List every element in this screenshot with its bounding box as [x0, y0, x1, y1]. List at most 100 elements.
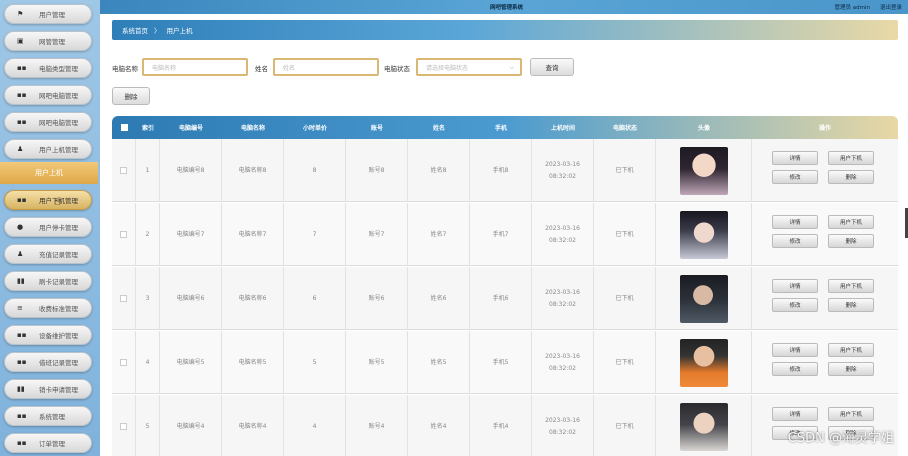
sidebar-item-admin-management[interactable]: ▣ 网管管理	[4, 31, 92, 51]
cell-computer-name: 电脑名称6	[222, 267, 284, 330]
user-logout-button[interactable]: 用户下机	[828, 279, 874, 293]
delete-button[interactable]: 删除	[828, 362, 874, 376]
sidebar-item-order-management[interactable]: ▪▪ 订单管理	[4, 433, 92, 453]
sidebar-item-device-maintenance[interactable]: ▪▪ 设备维护管理	[4, 325, 92, 345]
header-login-time: 上机时间	[550, 125, 575, 132]
detail-button[interactable]: 详情	[772, 343, 818, 357]
cell-name: 姓名4	[408, 395, 470, 456]
name-input[interactable]: 姓名	[273, 58, 379, 76]
status-select[interactable]: 请选择电脑状态 ⌵	[416, 58, 522, 76]
cell-account: 账号7	[346, 203, 408, 266]
cell-computer-code: 电脑编号7	[160, 203, 222, 266]
detail-button[interactable]: 详情	[772, 279, 818, 293]
sidebar-item-user-logout[interactable]: ▪▪ 用户下机管理	[4, 190, 92, 210]
delete-button[interactable]: 删除	[828, 170, 874, 184]
detail-button[interactable]: 详情	[772, 407, 818, 421]
sidebar-item-user-login[interactable]: ♟ 用户上机管理	[4, 139, 92, 159]
sidebar-item-card-cancel[interactable]: ▮▮ 销卡申请管理	[4, 379, 92, 399]
cell-avatar	[656, 139, 752, 202]
breadcrumb-current: 用户上机	[166, 27, 193, 35]
sidebar-item-label: 用户管理	[39, 11, 65, 19]
row-checkbox[interactable]	[120, 359, 127, 366]
query-button[interactable]: 查询	[530, 58, 574, 76]
cell-phone: 手机7	[470, 203, 532, 266]
status-label: 电脑状态	[384, 65, 410, 73]
row-checkbox-cell	[112, 331, 136, 394]
sidebar-item-label: 网吧电脑管理	[39, 92, 78, 100]
sidebar-item-label: 用户上机管理	[39, 146, 78, 154]
row-checkbox[interactable]	[120, 295, 127, 302]
cell-computer-code: 电脑编号5	[160, 331, 222, 394]
sidebar-item-computer-management-2[interactable]: ▪▪ 网吧电脑管理	[4, 112, 92, 132]
grid-icon: ▪▪	[17, 331, 27, 339]
header-computer-name: 电脑名称	[240, 125, 265, 132]
clipboard-icon: ▣	[17, 37, 24, 45]
cell-index: 3	[136, 267, 160, 330]
cell-phone: 手机5	[470, 331, 532, 394]
cell-login-time: 2023-03-16 08:32:02	[532, 203, 594, 266]
sidebar-item-swipe-records[interactable]: ▮▮ 刷卡记录管理	[4, 271, 92, 291]
cell-index: 2	[136, 203, 160, 266]
cell-status: 已下机	[594, 331, 656, 394]
sidebar-item-label: 设备维护管理	[39, 332, 78, 340]
cell-computer-code: 电脑编号8	[160, 139, 222, 202]
table-row: 1 电脑编号8 电脑名称8 8 账号8 姓名8 手机8 2023-03-16 0…	[112, 139, 898, 202]
cell-account: 账号6	[346, 267, 408, 330]
user-logout-button[interactable]: 用户下机	[828, 151, 874, 165]
batch-delete-button[interactable]: 删除	[112, 87, 150, 105]
breadcrumb-home[interactable]: 系统首页	[122, 25, 148, 35]
cell-account: 账号4	[346, 395, 408, 456]
cell-computer-name: 电脑名称5	[222, 331, 284, 394]
logout-link[interactable]: 退出登录	[880, 3, 902, 11]
row-checkbox[interactable]	[120, 231, 127, 238]
cell-name: 姓名7	[408, 203, 470, 266]
sidebar-item-computer-management[interactable]: ▪▪ 网吧电脑管理	[4, 85, 92, 105]
sidebar-item-system-management[interactable]: ▪▪ 系统管理	[4, 406, 92, 426]
row-checkbox[interactable]	[120, 167, 127, 174]
grid-icon: ▪▪	[17, 196, 27, 204]
delete-button[interactable]: 删除	[828, 298, 874, 312]
user-logout-button[interactable]: 用户下机	[828, 407, 874, 421]
top-bar: 网吧管理系统 管理员 admin 退出登录	[100, 0, 908, 14]
sidebar-item-shift-records[interactable]: ▪▪ 借班记录管理	[4, 352, 92, 372]
header-hourly-price: 小时单价	[302, 125, 327, 132]
edit-button[interactable]: 修改	[772, 170, 818, 184]
header-index: 索引	[141, 125, 154, 132]
sidebar-item-user-management[interactable]: ⚑ 用户管理	[4, 4, 92, 24]
edit-button[interactable]: 修改	[772, 234, 818, 248]
detail-button[interactable]: 详情	[772, 151, 818, 165]
avatar	[679, 274, 728, 323]
sidebar-item-label: 网吧电脑管理	[39, 119, 78, 127]
cell-account: 账号8	[346, 139, 408, 202]
sidebar-item-recharge-records[interactable]: ♟ 充值记录管理	[4, 244, 92, 264]
sidebar-item-computer-type[interactable]: ▪▪ 电脑类型管理	[4, 58, 92, 78]
row-actions: 详情 用户下机 修改 删除	[772, 151, 876, 191]
row-checkbox[interactable]	[120, 423, 127, 430]
cell-status: 已下机	[594, 203, 656, 266]
user-icon: ♟	[17, 250, 24, 258]
edit-button[interactable]: 修改	[772, 362, 818, 376]
app-title: 网吧管理系统	[490, 5, 524, 11]
row-checkbox-cell	[112, 395, 136, 456]
computer-name-input[interactable]: 电脑名称	[142, 58, 248, 76]
sidebar-section-user-login[interactable]: 用户上机	[0, 162, 98, 184]
sidebar-item-label: 销卡申请管理	[39, 386, 78, 394]
chevron-down-icon: ⌵	[509, 64, 514, 71]
row-actions: 详情 用户下机 修改 删除	[772, 343, 876, 383]
edit-button[interactable]: 修改	[772, 298, 818, 312]
row-checkbox-cell	[112, 267, 136, 330]
detail-button[interactable]: 详情	[772, 215, 818, 229]
user-logout-button[interactable]: 用户下机	[828, 343, 874, 357]
cell-phone: 手机4	[470, 395, 532, 456]
sidebar-item-fee-standard[interactable]: ≡ 收费标准管理	[4, 298, 92, 318]
sidebar-item-card-stop[interactable]: ● 用户停卡管理	[4, 217, 92, 237]
header-name: 姓名	[432, 125, 445, 132]
sidebar-item-label: 系统管理	[39, 413, 65, 421]
user-logout-button[interactable]: 用户下机	[828, 215, 874, 229]
table-body: 1 电脑编号8 电脑名称8 8 账号8 姓名8 手机8 2023-03-16 0…	[112, 139, 898, 456]
select-all-checkbox[interactable]	[120, 124, 128, 131]
cell-index: 4	[136, 331, 160, 394]
delete-button[interactable]: 删除	[828, 234, 874, 248]
sliders-icon: ≡	[17, 304, 23, 312]
data-table: 索引 电脑编号 电脑名称 小时单价 账号 姓名 手机 上机时间 电脑状态 头像 …	[112, 116, 898, 456]
